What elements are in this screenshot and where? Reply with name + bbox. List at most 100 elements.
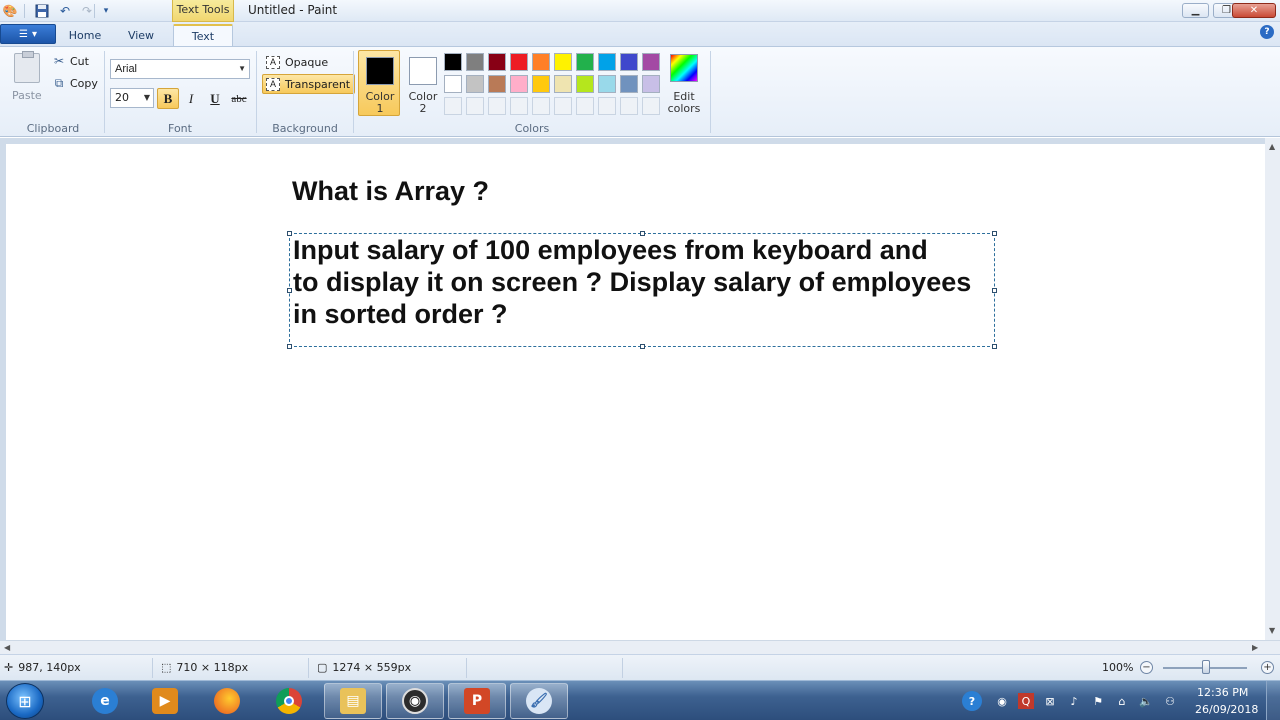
- save-icon[interactable]: [34, 3, 50, 19]
- help-icon[interactable]: ?: [1260, 25, 1274, 39]
- scroll-down-icon[interactable]: ▼: [1269, 626, 1275, 635]
- workspace: What is Array ? Input salary of 100 empl…: [0, 138, 1280, 640]
- antivirus-tray-icon[interactable]: Q: [1018, 693, 1034, 709]
- paste-icon[interactable]: [14, 51, 40, 83]
- customize-qat-icon[interactable]: ▾: [98, 3, 114, 19]
- taskbar-app-media-player[interactable]: ▶: [136, 683, 194, 719]
- paste-button[interactable]: Paste: [12, 89, 42, 102]
- opaque-option[interactable]: A Opaque: [262, 52, 333, 72]
- palette-swatch[interactable]: [466, 75, 484, 93]
- resize-handle-right[interactable]: [992, 288, 997, 293]
- palette-swatch[interactable]: [598, 97, 616, 115]
- palette-swatch[interactable]: [620, 53, 638, 71]
- taskbar-app-powerpoint[interactable]: P: [448, 683, 506, 719]
- usb-tray-icon[interactable]: ⌂: [1114, 693, 1130, 709]
- resize-handle-left[interactable]: [287, 288, 292, 293]
- palette-swatch[interactable]: [444, 53, 462, 71]
- palette-swatch[interactable]: [554, 75, 572, 93]
- taskbar-app-internet-explorer[interactable]: e: [76, 683, 134, 719]
- selection-size-value: 710 × 118px: [176, 661, 249, 674]
- clock-time[interactable]: 12:36 PM: [1197, 686, 1248, 699]
- close-button[interactable]: ✕: [1232, 3, 1276, 18]
- resize-handle-bottom-right[interactable]: [992, 344, 997, 349]
- taskbar-app-chrome[interactable]: [260, 683, 318, 719]
- drawing-canvas[interactable]: What is Array ? Input salary of 100 empl…: [6, 144, 1265, 640]
- tab-home[interactable]: Home: [60, 24, 110, 46]
- network-icon[interactable]: ⚇: [1162, 693, 1178, 709]
- paint-app-icon[interactable]: 🎨: [2, 3, 18, 19]
- resize-handle-top-left[interactable]: [287, 231, 292, 236]
- palette-swatch[interactable]: [510, 97, 528, 115]
- font-family-select[interactable]: Arial ▼: [110, 59, 250, 79]
- tab-view[interactable]: View: [116, 24, 166, 46]
- text-box-selection[interactable]: Input salary of 100 employees from keybo…: [287, 231, 997, 349]
- obs-tray-icon[interactable]: ◉: [994, 693, 1010, 709]
- palette-swatch[interactable]: [598, 53, 616, 71]
- taskbar-app-file-explorer[interactable]: ▤: [324, 683, 382, 719]
- start-button[interactable]: ⊞: [6, 683, 44, 719]
- palette-swatch[interactable]: [532, 53, 550, 71]
- scroll-right-icon[interactable]: ▶: [1252, 643, 1258, 652]
- volume-icon[interactable]: 🔈: [1138, 693, 1154, 709]
- horizontal-scrollbar[interactable]: ◀ ▶: [0, 640, 1280, 654]
- palette-swatch[interactable]: [576, 53, 594, 71]
- palette-swatch[interactable]: [554, 97, 572, 115]
- palette-swatch[interactable]: [444, 97, 462, 115]
- vertical-scrollbar[interactable]: ▲ ▼: [1265, 138, 1280, 640]
- resize-handle-bottom[interactable]: [640, 344, 645, 349]
- palette-swatch[interactable]: [642, 75, 660, 93]
- color2-button[interactable]: Color 2: [401, 50, 443, 116]
- palette-swatch[interactable]: [576, 75, 594, 93]
- bold-button[interactable]: B: [157, 88, 179, 109]
- taskbar-app-paint[interactable]: 🖌: [510, 683, 568, 719]
- palette-swatch[interactable]: [466, 53, 484, 71]
- palette-swatch[interactable]: [554, 53, 572, 71]
- copy-button[interactable]: Copy: [70, 77, 98, 90]
- palette-swatch[interactable]: [576, 97, 594, 115]
- edit-colors-button[interactable]: Edit colors: [664, 50, 704, 118]
- zoom-in-button[interactable]: +: [1261, 661, 1274, 674]
- speaker-tray-icon[interactable]: ♪: [1066, 693, 1082, 709]
- font-size-select[interactable]: 20 ▼: [110, 88, 154, 108]
- palette-swatch[interactable]: [598, 75, 616, 93]
- clock-date[interactable]: 26/09/2018: [1195, 703, 1258, 716]
- paint-menu-button[interactable]: ☰ ▾: [0, 24, 56, 44]
- undo-icon[interactable]: ↶: [57, 3, 73, 19]
- palette-swatch[interactable]: [532, 97, 550, 115]
- scroll-left-icon[interactable]: ◀: [4, 643, 10, 652]
- color1-button[interactable]: Color 1: [358, 50, 400, 116]
- cut-button[interactable]: Cut: [70, 55, 89, 68]
- taskbar-app-obs[interactable]: ◉: [386, 683, 444, 719]
- action-center-flag-icon[interactable]: ⚑: [1090, 693, 1106, 709]
- palette-swatch[interactable]: [488, 75, 506, 93]
- strikethrough-button[interactable]: abc: [228, 88, 250, 109]
- recording-tray-icon[interactable]: ⊠: [1042, 693, 1058, 709]
- show-desktop-button[interactable]: [1266, 681, 1280, 720]
- transparent-option[interactable]: A Transparent: [262, 74, 356, 94]
- tab-text[interactable]: Text: [173, 24, 233, 46]
- resize-handle-top[interactable]: [640, 231, 645, 236]
- resize-handle-top-right[interactable]: [992, 231, 997, 236]
- text-box-content[interactable]: Input salary of 100 employees from keybo…: [293, 234, 993, 330]
- help-tray-icon[interactable]: ?: [962, 691, 982, 711]
- minimize-button[interactable]: ▁: [1182, 3, 1209, 18]
- zoom-slider-thumb[interactable]: [1202, 660, 1210, 674]
- palette-swatch[interactable]: [642, 97, 660, 115]
- redo-icon[interactable]: ↷: [79, 3, 95, 19]
- palette-swatch[interactable]: [510, 75, 528, 93]
- italic-button[interactable]: I: [180, 88, 202, 109]
- palette-swatch[interactable]: [488, 53, 506, 71]
- scroll-up-icon[interactable]: ▲: [1269, 142, 1275, 151]
- zoom-out-button[interactable]: −: [1140, 661, 1153, 674]
- underline-button[interactable]: U: [204, 88, 226, 109]
- palette-swatch[interactable]: [642, 53, 660, 71]
- palette-swatch[interactable]: [488, 97, 506, 115]
- palette-swatch[interactable]: [620, 97, 638, 115]
- palette-swatch[interactable]: [510, 53, 528, 71]
- palette-swatch[interactable]: [466, 97, 484, 115]
- resize-handle-bottom-left[interactable]: [287, 344, 292, 349]
- taskbar-app-firefox[interactable]: [198, 683, 256, 719]
- palette-swatch[interactable]: [532, 75, 550, 93]
- palette-swatch[interactable]: [444, 75, 462, 93]
- palette-swatch[interactable]: [620, 75, 638, 93]
